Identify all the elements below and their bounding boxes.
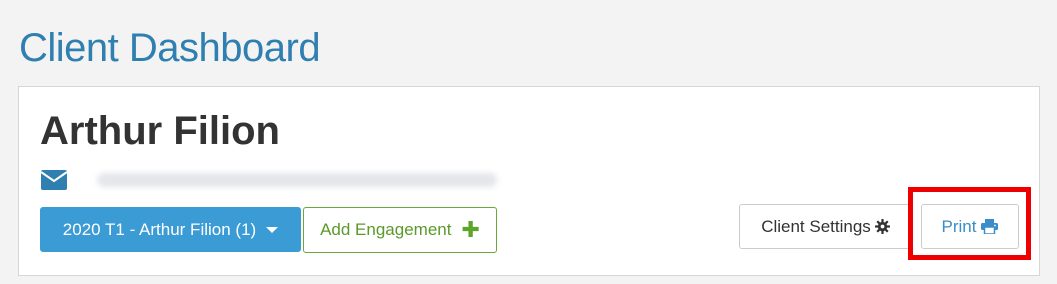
client-dashboard-page: Client Dashboard Arthur Filion 2020 T1 -… (0, 0, 1057, 284)
client-email-row (40, 169, 497, 191)
printer-icon (981, 219, 999, 235)
client-email-redacted (97, 173, 497, 187)
client-card: Arthur Filion 2020 T1 - Arthur Filion (1… (18, 86, 1040, 276)
gear-icon (874, 219, 890, 234)
engagement-dropdown-label: 2020 T1 - Arthur Filion (1) (62, 219, 257, 239)
add-engagement-button[interactable]: Add Engagement ✚ (303, 207, 497, 253)
client-settings-button[interactable]: Client Settings (739, 204, 912, 249)
plus-icon: ✚ (461, 217, 480, 242)
caret-down-icon (266, 226, 279, 233)
print-button[interactable]: Print (921, 204, 1019, 249)
client-name: Arthur Filion (40, 109, 280, 153)
envelope-icon (40, 170, 68, 190)
add-engagement-label: Add Engagement (320, 220, 452, 239)
print-label: Print (941, 216, 977, 236)
client-settings-label: Client Settings (761, 216, 871, 236)
engagement-dropdown-button[interactable]: 2020 T1 - Arthur Filion (1) (40, 207, 301, 252)
page-title: Client Dashboard (19, 26, 321, 70)
